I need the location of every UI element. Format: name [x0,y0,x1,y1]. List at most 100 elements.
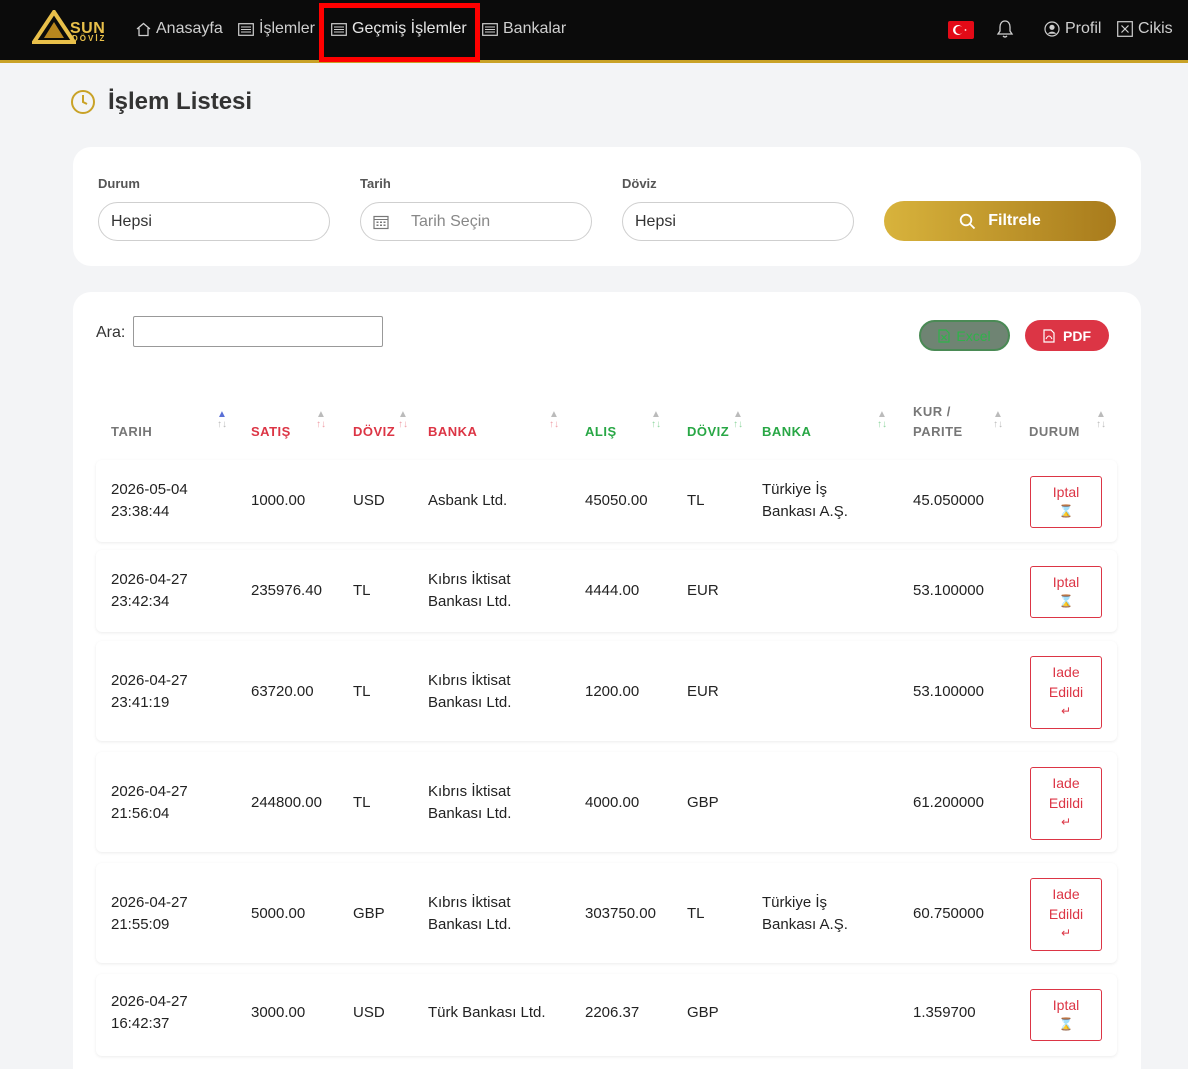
cell-buy-bank: Türkiye İş Bankası A.Ş. [762,481,848,520]
nav-banks-label: Bankalar [503,20,567,37]
cell-sell: 5000.00 [251,905,306,922]
status-label: Iptal [1052,484,1080,500]
sort-arrows-icon[interactable]: ▲ ↑↓ [316,410,326,430]
cell-date: 2026-04-27 23:42:34 [111,571,188,610]
filter-card: Durum Hepsi Tarih Tarih Seçin Döviz Heps… [73,147,1141,266]
cell-sell-bank: Asbank Ltd. [428,492,508,509]
pdf-button-label: PDF [1063,327,1091,344]
page-title: İşlem Listesi [108,88,253,115]
cell-sell-currency: USD [353,492,385,509]
status-label-2: Edildi [1048,684,1084,700]
cell-rate: 53.100000 [913,582,984,599]
brand-logo[interactable]: SUN DÖVİZ [32,10,112,46]
bell-icon[interactable] [996,19,1014,44]
table-row[interactable]: 2026-04-27 21:56:04 244800.00 TL Kıbrıs İ… [96,752,1117,852]
user-icon [1044,21,1060,37]
cell-buy: 1200.00 [585,683,640,700]
sort-arrows-icon[interactable]: ▲ ↑↓ [993,410,1003,430]
nav-logout[interactable]: Cikis [1117,17,1173,41]
cell-buy-currency: TL [687,905,705,922]
nav-transactions-label: İşlemler [259,20,316,37]
search-icon [960,213,976,229]
nav-profile[interactable]: Profil [1044,17,1101,41]
turkey-flag-icon[interactable] [948,21,974,39]
cell-buy: 4444.00 [585,582,640,599]
col-header-date[interactable]: TARIH [111,422,152,442]
cell-sell-bank: Türk Bankası Ltd. [428,1004,546,1021]
sort-arrows-icon[interactable]: ▲ ↑↓ [1096,410,1106,430]
col-header-buy[interactable]: ALIŞ [585,422,617,442]
status-button-refunded[interactable]: Iade Edildi ↵ [1030,878,1102,951]
excel-export-button[interactable]: Excel [919,320,1010,351]
brand-sub: DÖVİZ [72,34,107,43]
date-filter-label: Tarih [360,176,391,191]
nav-home[interactable]: Anasayfa [136,17,223,41]
table-row[interactable]: 2026-04-27 23:41:19 63720.00 TL Kıbrıs İk… [96,641,1117,741]
sort-arrows-icon[interactable]: ▲ ↑↓ [398,410,408,430]
return-arrow-icon: ↵ [1060,704,1072,718]
sort-arrows-icon[interactable]: ▲ ↑↓ [651,410,661,430]
filter-button[interactable]: Filtrele [884,201,1116,241]
table-row[interactable]: 2026-04-27 21:55:09 5000.00 GBP Kıbrıs İk… [96,863,1117,963]
return-arrow-icon: ↵ [1060,815,1072,829]
status-button-refunded[interactable]: Iade Edildi ↵ [1030,767,1102,840]
col-header-rate-line2: PARITE [913,424,963,439]
cell-date: 2026-04-27 21:55:09 [111,894,188,933]
cell-buy-currency: GBP [687,794,719,811]
cell-date: 2026-04-27 21:56:04 [111,783,188,822]
close-box-icon [1117,21,1133,37]
cell-buy: 2206.37 [585,1004,640,1021]
cell-buy: 303750.00 [585,905,656,922]
sort-arrows-icon[interactable]: ▲ ↑↓ [877,410,887,430]
status-label: Iptal [1052,997,1080,1013]
cell-sell-currency: TL [353,683,371,700]
col-header-buy-currency[interactable]: DÖVIZ [687,422,729,442]
currency-filter-label: Döviz [622,176,657,191]
cell-sell-currency: GBP [353,905,385,922]
top-navbar: SUN DÖVİZ Anasayfa İşlemler Geçmiş İşlem… [0,0,1188,63]
status-label-2: Edildi [1048,906,1084,922]
table-row[interactable]: 2026-04-27 23:42:34 235976.40 TL Kıbrıs İ… [96,550,1117,632]
cell-buy-currency: TL [687,492,705,509]
col-header-buy-bank[interactable]: BANKA [762,422,811,442]
cell-buy-currency: GBP [687,1004,719,1021]
return-arrow-icon: ↵ [1060,926,1072,940]
nav-profile-label: Profil [1065,20,1102,37]
cell-rate: 1.359700 [913,1004,976,1021]
cell-buy: 45050.00 [585,492,648,509]
col-header-sell-bank[interactable]: BANKA [428,422,477,442]
sort-arrows-icon[interactable]: ▲ ↑↓ [733,410,743,430]
col-header-rate[interactable]: KUR / PARITE [913,402,963,442]
cell-sell-currency: USD [353,1004,385,1021]
col-header-sell-currency[interactable]: DÖVIZ [353,422,395,442]
pdf-export-button[interactable]: PDF [1025,320,1109,351]
list-icon [238,22,254,36]
home-icon [136,22,151,36]
table-row[interactable]: 2026-05-04 23:38:44 1000.00 USD Asbank Lt… [96,460,1117,542]
status-button-refunded[interactable]: Iade Edildi ↵ [1030,656,1102,729]
sort-arrows-icon[interactable]: ▲ ↑↓ [549,410,559,430]
col-header-rate-line1: KUR / [913,404,951,419]
cell-date: 2026-04-27 16:42:37 [111,993,188,1032]
nav-transactions[interactable]: İşlemler [238,17,315,41]
transactions-card: Ara: Excel PDF TARIH SATIŞ DÖVIZ BANKA A… [73,292,1141,1069]
cell-sell-currency: TL [353,582,371,599]
cell-sell-bank: Kıbrıs İktisat Bankası Ltd. [428,783,512,822]
currency-select[interactable]: Hepsi [622,202,854,241]
status-button-cancelled[interactable]: Iptal ⌛ [1030,989,1102,1041]
nav-banks[interactable]: Bankalar [482,17,566,41]
nav-logout-label: Cikis [1138,20,1173,37]
col-header-status[interactable]: DURUM [1029,422,1080,442]
status-button-cancelled[interactable]: Iptal ⌛ [1030,476,1102,528]
cell-rate: 45.050000 [913,492,984,509]
search-input[interactable] [133,316,383,347]
cell-sell-bank: Kıbrıs İktisat Bankası Ltd. [428,894,512,933]
sort-arrows-icon[interactable]: ▲ ↑↓ [217,410,227,430]
cell-sell: 63720.00 [251,683,314,700]
status-select[interactable]: Hepsi [98,202,330,241]
table-row[interactable]: 2026-04-27 16:42:37 3000.00 USD Türk Bank… [96,974,1117,1056]
status-button-cancelled[interactable]: Iptal ⌛ [1030,566,1102,618]
col-header-sell[interactable]: SATIŞ [251,422,291,442]
date-picker-input[interactable]: Tarih Seçin [360,202,592,241]
cell-sell: 1000.00 [251,492,306,509]
